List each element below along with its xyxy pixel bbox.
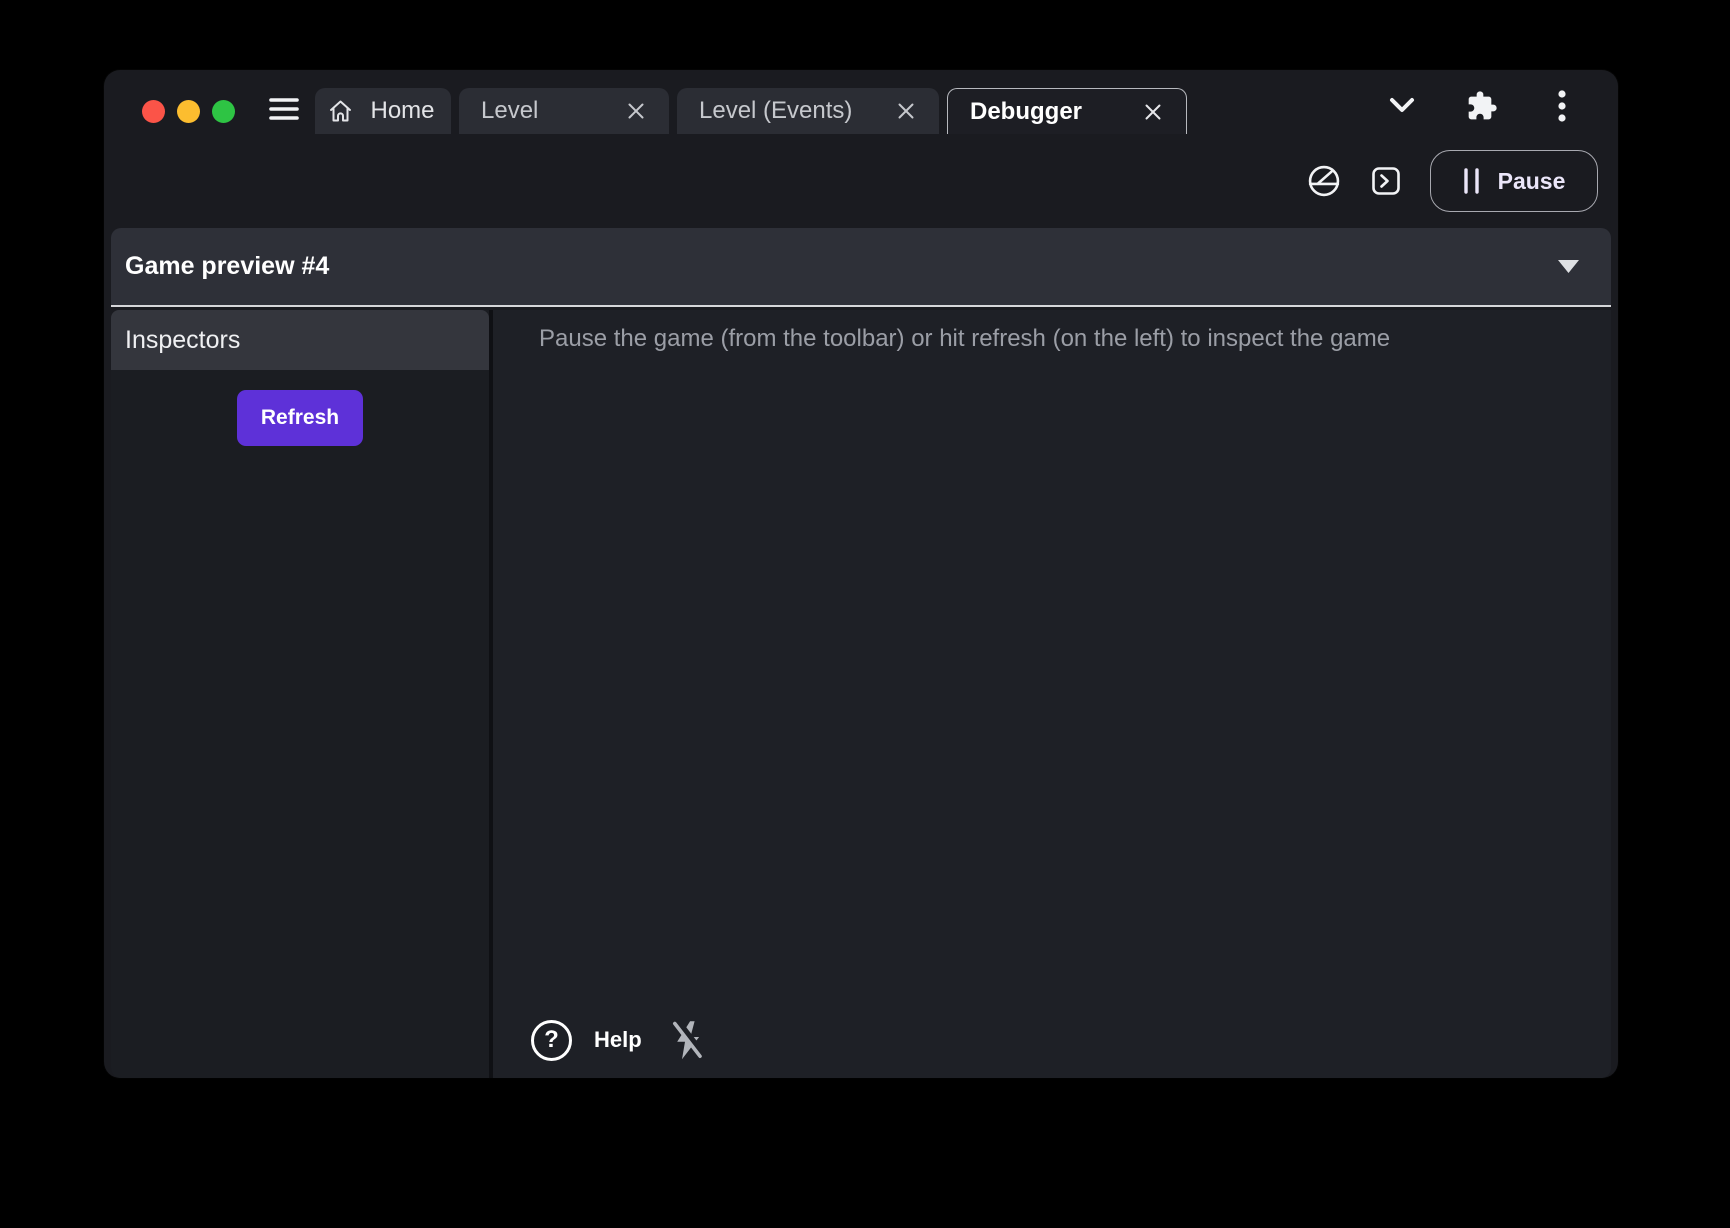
tab-label: Debugger bbox=[966, 98, 1086, 126]
tab-label: Level bbox=[477, 97, 542, 125]
tab-level-close-button[interactable] bbox=[621, 96, 651, 126]
inspectors-title: Inspectors bbox=[125, 326, 240, 355]
puzzle-icon bbox=[1466, 90, 1498, 122]
tab-overflow-button[interactable] bbox=[1386, 90, 1418, 122]
tab-label: Home bbox=[366, 97, 438, 125]
desktop-background: Home Level bbox=[0, 0, 1730, 1228]
tab-debugger[interactable]: Debugger bbox=[947, 88, 1187, 134]
profiler-gauge-icon bbox=[1307, 164, 1341, 198]
debugger-panel: Game preview #4 Inspectors Refresh Pause bbox=[111, 228, 1611, 1078]
close-icon bbox=[897, 102, 915, 120]
help-glyph: ? bbox=[544, 1026, 559, 1054]
empty-state-message: Pause the game (from the toolbar) or hit… bbox=[539, 323, 1591, 354]
tab-bar: Home Level bbox=[104, 70, 1618, 134]
chevron-down-icon bbox=[1388, 96, 1416, 116]
help-row: ? Help bbox=[531, 1018, 708, 1062]
extensions-button[interactable] bbox=[1466, 90, 1498, 122]
dropdown-caret-icon bbox=[1558, 260, 1579, 274]
tab-home[interactable]: Home bbox=[315, 88, 451, 134]
window-controls bbox=[142, 100, 235, 123]
fullscreen-window-button[interactable] bbox=[212, 100, 235, 123]
home-icon bbox=[327, 98, 354, 124]
tab-level-events-close-button[interactable] bbox=[891, 96, 921, 126]
tab-level-events[interactable]: Level (Events) bbox=[677, 88, 939, 134]
game-preview-selector[interactable]: Game preview #4 bbox=[111, 228, 1611, 307]
pause-button-label: Pause bbox=[1498, 168, 1566, 195]
debugger-toolbar: Pause bbox=[104, 134, 1618, 228]
main-menu-button[interactable] bbox=[267, 94, 301, 124]
minimize-window-button[interactable] bbox=[177, 100, 200, 123]
hamburger-icon bbox=[269, 96, 299, 122]
inspectors-sidebar: Inspectors Refresh bbox=[111, 310, 489, 1078]
app-window: Home Level bbox=[104, 70, 1618, 1078]
console-button[interactable] bbox=[1368, 163, 1404, 199]
pause-icon bbox=[1463, 168, 1480, 194]
debugger-content: Inspectors Refresh Pause the game (from … bbox=[111, 310, 1611, 1078]
inspector-main-area: Pause the game (from the toolbar) or hit… bbox=[493, 310, 1611, 1078]
console-icon bbox=[1371, 166, 1401, 196]
profiler-toggle-button[interactable] bbox=[668, 1018, 708, 1062]
help-circle-icon: ? bbox=[531, 1020, 572, 1061]
refresh-button[interactable]: Refresh bbox=[237, 390, 363, 446]
close-icon bbox=[627, 102, 645, 120]
game-preview-title: Game preview #4 bbox=[125, 252, 329, 281]
close-window-button[interactable] bbox=[142, 100, 165, 123]
pause-button[interactable]: Pause bbox=[1430, 150, 1598, 212]
more-options-button[interactable] bbox=[1546, 90, 1578, 122]
editor-tabs: Home Level bbox=[315, 88, 1187, 134]
tab-debugger-close-button[interactable] bbox=[1138, 97, 1168, 127]
tab-label: Level (Events) bbox=[695, 97, 856, 125]
close-icon bbox=[1144, 103, 1162, 121]
kebab-menu-icon bbox=[1556, 89, 1568, 123]
help-button-label: Help bbox=[594, 1027, 642, 1053]
profiler-button[interactable] bbox=[1306, 163, 1342, 199]
tab-level[interactable]: Level bbox=[459, 88, 669, 134]
flash-off-icon bbox=[670, 1019, 706, 1061]
tab-bar-actions bbox=[1386, 90, 1578, 122]
inspectors-header: Inspectors bbox=[111, 310, 489, 370]
help-button[interactable]: ? Help bbox=[531, 1020, 642, 1061]
